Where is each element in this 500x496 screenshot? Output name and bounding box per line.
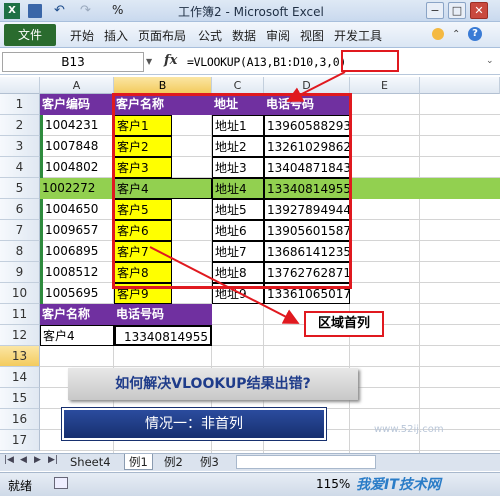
watermark-logo: 我爱IT技术网: [356, 477, 441, 493]
horizontal-scrollbar[interactable]: [236, 455, 376, 469]
watermark-url: www.52ij.com: [374, 424, 444, 435]
macro-record-icon[interactable]: [54, 477, 68, 489]
sheet-nav-prev-icon[interactable]: ◀: [20, 455, 27, 465]
zoom-level[interactable]: 115%: [316, 477, 350, 491]
status-ready: 就绪: [8, 479, 33, 493]
sheet-nav-next-icon[interactable]: ▶: [34, 455, 41, 465]
question-banner: 如何解决VLOOKUP结果出错?: [68, 368, 358, 400]
sheet-tab-sheet4[interactable]: Sheet4: [66, 454, 115, 470]
case-banner: 情况一：非首列: [61, 407, 327, 441]
sheet-nav-first-icon[interactable]: |◀: [4, 455, 14, 465]
formula-arrow: [286, 71, 346, 102]
sheet-nav-last-icon[interactable]: ▶|: [48, 455, 58, 465]
sheet-tab-ex2[interactable]: 例2: [160, 454, 187, 470]
callout-arrow: [149, 246, 300, 324]
sheet-tab-ex1[interactable]: 例1: [124, 454, 153, 470]
callout-label: 区域首列: [304, 311, 384, 337]
sheet-tab-ex3[interactable]: 例3: [196, 454, 223, 470]
